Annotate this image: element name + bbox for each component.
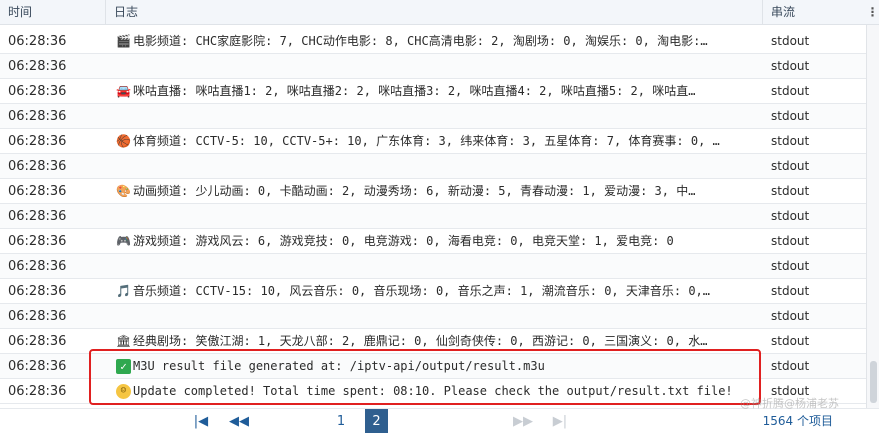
row-log: 🎵 音乐频道: CCTV-15: 10, 风云音乐: 0, 音乐现场: 0, 音乐…	[106, 279, 763, 304]
row-time: 06:28:36	[8, 383, 67, 399]
table-row[interactable]: 06:28:36 🏀 体育频道: CCTV-5: 10, CCTV-5+: 10, …	[0, 129, 866, 154]
table-row[interactable]: 06:28:36 🎨 动画频道: 少儿动画: 0, 卡酷动画: 2, 动漫秀场: 6…	[0, 179, 866, 204]
table-row[interactable]: 06:28:36 stdout	[0, 204, 866, 229]
row-stream: stdout	[771, 83, 810, 98]
row-time: 06:28:36	[8, 183, 67, 199]
car-icon: 🚘	[116, 83, 131, 98]
gamepad-icon: 🎮	[116, 233, 131, 248]
table-row[interactable]: 06:28:36 🎬 电影频道: CHC家庭影院: 7, CHC动作电影: 8, C…	[0, 29, 866, 54]
row-time: 06:28:36	[8, 83, 67, 99]
table-row[interactable]: 06:28:36 stdout	[0, 304, 866, 329]
animation-icon: 🎨	[116, 183, 131, 198]
row-time: 06:28:36	[8, 308, 67, 324]
music-note-icon: 🎵	[116, 283, 131, 298]
table-row[interactable]: 06:28:36 stdout	[0, 104, 866, 129]
row-log-text: M3U result file generated at: /iptv-api/…	[133, 358, 545, 373]
table-row[interactable]: 06:28:36 stdout	[0, 254, 866, 279]
row-stream: stdout	[771, 333, 810, 348]
column-menu-icon[interactable]: ⋮	[866, 0, 879, 25]
row-time: 06:28:36	[8, 158, 67, 174]
row-stream: stdout	[771, 158, 810, 173]
row-log-text: 经典剧场: 笑傲江湖: 1, 天龙八部: 2, 鹿鼎记: 0, 仙剑奇侠传: 0…	[133, 333, 708, 348]
row-time: 06:28:36	[8, 333, 67, 349]
row-log: 🎨 动画频道: 少儿动画: 0, 卡酷动画: 2, 动漫秀场: 6, 新动漫: 5…	[106, 179, 763, 204]
column-header-time[interactable]: 时间	[0, 0, 106, 25]
row-stream: stdout	[771, 58, 810, 73]
row-log-text: Update completed! Total time spent: 08:1…	[133, 383, 733, 398]
row-log-text: 咪咕直播: 咪咕直播1: 2, 咪咕直播2: 2, 咪咕直播3: 2, 咪咕直播…	[133, 83, 696, 98]
table-header: 时间 日志 串流 ⋮	[0, 0, 879, 25]
next-page-button[interactable]: ▶▶	[510, 409, 536, 433]
row-time: 06:28:36	[8, 108, 67, 124]
row-log: 🎮 游戏频道: 游戏风云: 6, 游戏竞技: 0, 电竞游戏: 0, 海看电竞: …	[106, 229, 763, 254]
row-log	[106, 104, 763, 129]
table-row[interactable]: 06:28:36 stdout	[0, 154, 866, 179]
row-stream: stdout	[771, 108, 810, 123]
page-2-button[interactable]: 2	[365, 409, 388, 433]
classical-building-icon: 🏛	[116, 333, 132, 348]
pagination-bar: |◀ ◀◀ 1 2 ▶▶ ▶| 1564 个项目	[0, 408, 879, 433]
row-stream: stdout	[771, 208, 810, 223]
row-stream: stdout	[771, 183, 810, 198]
row-log: 🚘 咪咕直播: 咪咕直播1: 2, 咪咕直播2: 2, 咪咕直播3: 2, 咪咕直…	[106, 79, 763, 104]
table-row[interactable]: 06:28:36 🏛 经典剧场: 笑傲江湖: 1, 天龙八部: 2, 鹿鼎记: 0,…	[0, 329, 866, 354]
column-header-log[interactable]: 日志	[106, 0, 763, 25]
row-time: 06:28:36	[8, 208, 67, 224]
table-row[interactable]: 06:28:36 stdout	[0, 54, 866, 79]
vertical-scrollbar[interactable]	[866, 25, 879, 408]
watermark: @神折腾@杨浦老苏	[740, 397, 839, 410]
row-time: 06:28:36	[8, 33, 67, 49]
row-time: 06:28:36	[8, 133, 67, 149]
row-stream: stdout	[771, 233, 810, 248]
table-row[interactable]: 06:28:36 🚘 咪咕直播: 咪咕直播1: 2, 咪咕直播2: 2, 咪咕直播3…	[0, 79, 866, 104]
row-log-text: 音乐频道: CCTV-15: 10, 风云音乐: 0, 音乐现场: 0, 音乐之…	[133, 283, 710, 298]
row-log: 🏛 经典剧场: 笑傲江湖: 1, 天龙八部: 2, 鹿鼎记: 0, 仙剑奇侠传: …	[106, 329, 763, 354]
row-log-text: 体育频道: CCTV-5: 10, CCTV-5+: 10, 广东体育: 3, …	[133, 133, 720, 148]
row-log	[106, 54, 763, 79]
last-page-button[interactable]: ▶|	[549, 409, 571, 433]
row-stream: stdout	[771, 133, 810, 148]
check-mark-icon: ✓	[116, 358, 131, 374]
row-time: 06:28:36	[8, 358, 67, 374]
row-stream: stdout	[771, 308, 810, 323]
row-stream: stdout	[771, 33, 810, 48]
row-log	[106, 154, 763, 179]
row-log: ✓ M3U result file generated at: /iptv-api…	[106, 354, 763, 379]
smiley-face-icon: ☺	[116, 383, 131, 399]
table-row[interactable]: 06:28:36 ✓ M3U result file generated at: /…	[0, 354, 866, 379]
basketball-icon: 🏀	[116, 133, 131, 148]
row-log-text: 电影频道: CHC家庭影院: 7, CHC动作电影: 8, CHC高清电影: 2…	[133, 33, 708, 48]
row-log-text: 游戏频道: 游戏风云: 6, 游戏竞技: 0, 电竞游戏: 0, 海看电竞: 0…	[133, 233, 674, 248]
table-row[interactable]: 06:28:36 🎮 游戏频道: 游戏风云: 6, 游戏竞技: 0, 电竞游戏: 0…	[0, 229, 866, 254]
row-time: 06:28:36	[8, 258, 67, 274]
row-log: 🏀 体育频道: CCTV-5: 10, CCTV-5+: 10, 广东体育: 3,…	[106, 129, 763, 154]
row-stream: stdout	[771, 358, 810, 373]
column-header-stream[interactable]: 串流	[763, 0, 866, 25]
table-row[interactable]: 06:28:36 🎵 音乐频道: CCTV-15: 10, 风云音乐: 0, 音乐现…	[0, 279, 866, 304]
scrollbar-thumb[interactable]	[870, 361, 877, 403]
prev-page-button[interactable]: ◀◀	[226, 409, 252, 433]
row-log	[106, 304, 763, 329]
row-time: 06:28:36	[8, 233, 67, 249]
table-row[interactable]: 06:28:36 ☺ Update completed! Total time sp…	[0, 379, 866, 404]
row-log: 🎬 电影频道: CHC家庭影院: 7, CHC动作电影: 8, CHC高清电影: …	[106, 29, 763, 54]
item-count: 1564 个项目	[762, 414, 833, 428]
row-time: 06:28:36	[8, 58, 67, 74]
row-stream: stdout	[771, 283, 810, 298]
film-clapper-icon: 🎬	[116, 33, 131, 48]
row-stream: stdout	[771, 258, 810, 273]
row-time: 06:28:36	[8, 283, 67, 299]
page-1-button[interactable]: 1	[330, 409, 352, 433]
row-log: ☺ Update completed! Total time spent: 08:…	[106, 379, 763, 404]
first-page-button[interactable]: |◀	[190, 409, 212, 433]
log-table-body: 06:28:36 🎬 电影频道: CHC家庭影院: 7, CHC动作电影: 8, C…	[0, 29, 866, 404]
row-log	[106, 204, 763, 229]
row-log	[106, 254, 763, 279]
row-log-text: 动画频道: 少儿动画: 0, 卡酷动画: 2, 动漫秀场: 6, 新动漫: 5,…	[133, 183, 696, 198]
